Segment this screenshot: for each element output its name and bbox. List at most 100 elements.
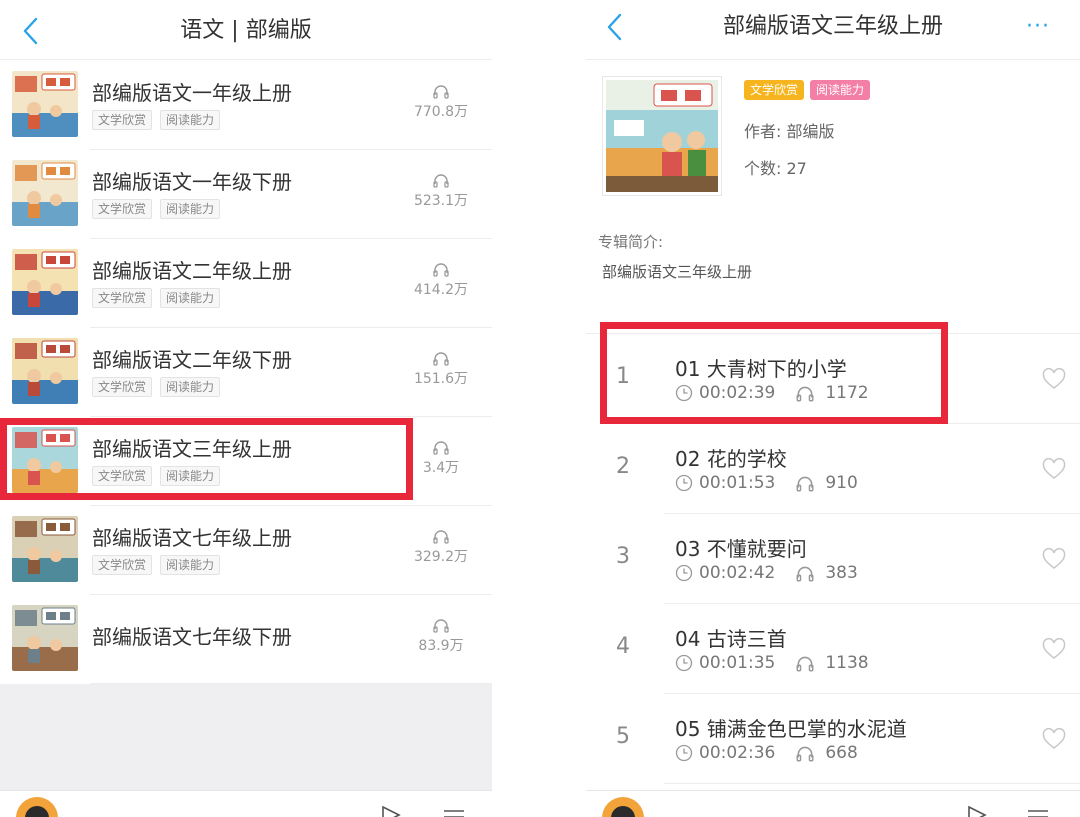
track-index: 2: [616, 454, 630, 479]
track-plays: 1172: [825, 383, 869, 403]
cover-grade1-up: [12, 71, 78, 137]
track-row[interactable]: 5 05 铺满金色巴掌的水泥道 00:02:36 668: [586, 694, 1080, 784]
heart-icon[interactable]: [1042, 368, 1066, 390]
book-tags: 文学欣赏 阅读能力: [92, 110, 221, 130]
textbook-cover-image: [12, 249, 78, 315]
album-tag: 阅读能力: [810, 80, 871, 100]
track-duration: 00:01:53: [699, 473, 776, 493]
nav-bar: 部编版语文三年级上册 ···: [586, 0, 1080, 60]
track-title: 02 花的学校: [675, 447, 787, 471]
album-cover: [602, 76, 722, 196]
track-duration: 00:02:39: [699, 383, 776, 403]
book-title: 部编版语文七年级下册: [92, 625, 292, 649]
track-index: 4: [616, 634, 630, 659]
track-plays: 668: [825, 743, 858, 763]
textbook-cover-image: [12, 338, 78, 404]
play-count-value: 414.2万: [413, 282, 469, 298]
book-row[interactable]: 部编版语文二年级下册 文学欣赏 阅读能力 151.6万: [0, 328, 492, 417]
headphones-icon: [796, 656, 814, 672]
book-tags: 文学欣赏 阅读能力: [92, 199, 221, 219]
track-index: 1: [616, 364, 630, 389]
book-tags: 文学欣赏 阅读能力: [92, 466, 221, 486]
track-meta: 00:02:39 1172: [675, 383, 869, 403]
book-tag: 文学欣赏: [92, 110, 153, 130]
cover-grade2-down: [12, 338, 78, 404]
headphones-icon: [796, 746, 814, 762]
book-tag: 阅读能力: [160, 110, 221, 130]
track-row[interactable]: 1 01 大青树下的小学 00:02:39 1172: [586, 334, 1080, 424]
book-tags: 文学欣赏 阅读能力: [92, 288, 221, 308]
textbook-cover-image: [12, 427, 78, 493]
track-title: 05 铺满金色巴掌的水泥道: [675, 717, 907, 741]
book-row[interactable]: 部编版语文七年级上册 文学欣赏 阅读能力 329.2万: [0, 506, 492, 595]
play-icon[interactable]: [966, 805, 988, 817]
headphones-icon: [796, 566, 814, 582]
book-tag: 阅读能力: [160, 288, 221, 308]
page-title: 部编版语文三年级上册: [722, 14, 943, 39]
book-tag: 阅读能力: [160, 377, 221, 397]
cover-grade3-up: [12, 427, 78, 493]
textbook-cover-image: [12, 605, 78, 671]
play-count: 414.2万: [406, 261, 476, 299]
track-row[interactable]: 4 04 古诗三首 00:01:35 1138: [586, 604, 1080, 694]
track-meta: 00:01:53 910: [675, 473, 858, 493]
book-row[interactable]: 部编版语文一年级下册 文学欣赏 阅读能力 523.1万: [0, 150, 492, 239]
book-title: 部编版语文二年级下册: [92, 348, 292, 372]
play-count-value: 151.6万: [413, 371, 469, 387]
playlist-icon[interactable]: [1026, 809, 1050, 817]
clock-icon: [675, 744, 693, 762]
play-count-value: 83.9万: [418, 638, 464, 654]
play-count: 523.1万: [406, 172, 476, 210]
book-list: 部编版语文一年级上册 文学欣赏 阅读能力 770.8万 部编版语文一年级下册 文学…: [0, 61, 492, 684]
track-index: 5: [616, 724, 630, 749]
track-row[interactable]: 2 02 花的学校 00:01:53 910: [586, 424, 1080, 514]
textbook-cover-image: [606, 80, 718, 192]
clock-icon: [675, 654, 693, 672]
player-avatar[interactable]: [16, 797, 58, 817]
book-row[interactable]: 部编版语文二年级上册 文学欣赏 阅读能力 414.2万: [0, 239, 492, 328]
mini-player: [586, 790, 1080, 817]
album-count: 个数: 27: [744, 159, 807, 178]
heart-icon[interactable]: [1042, 548, 1066, 570]
clock-icon: [675, 564, 693, 582]
more-button[interactable]: ···: [1026, 14, 1050, 39]
book-list-screen: 语文 | 部编版 部编版语文一年级上册 文学欣赏 阅读能力 770.8万 部编版…: [0, 0, 492, 817]
play-count-value: 3.4万: [422, 460, 460, 476]
cover-grade2-up: [12, 249, 78, 315]
clock-icon: [675, 384, 693, 402]
heart-icon[interactable]: [1042, 728, 1066, 750]
empty-area: [0, 684, 492, 790]
mini-player: [0, 790, 492, 817]
play-count: 329.2万: [406, 528, 476, 566]
intro-text: 部编版语文三年级上册: [602, 263, 753, 281]
play-count: 3.4万: [406, 439, 476, 477]
book-row[interactable]: 部编版语文七年级下册 83.9万: [0, 595, 492, 684]
row-divider: [664, 783, 1080, 784]
track-plays: 910: [825, 473, 858, 493]
cover-grade1-down: [12, 160, 78, 226]
textbook-cover-image: [12, 160, 78, 226]
heart-icon[interactable]: [1042, 458, 1066, 480]
track-duration: 00:02:36: [699, 743, 776, 763]
album-tags: 文学欣赏 阅读能力: [744, 80, 871, 100]
track-title: 04 古诗三首: [675, 627, 787, 651]
playlist-icon[interactable]: [442, 809, 466, 817]
play-icon[interactable]: [380, 805, 402, 817]
track-title: 01 大青树下的小学: [675, 357, 847, 381]
play-count: 83.9万: [406, 617, 476, 655]
book-title: 部编版语文七年级上册: [92, 526, 292, 550]
book-row[interactable]: 部编版语文三年级上册 文学欣赏 阅读能力 3.4万: [0, 417, 492, 506]
book-row[interactable]: 部编版语文一年级上册 文学欣赏 阅读能力 770.8万: [0, 61, 492, 150]
track-meta: 00:02:36 668: [675, 743, 858, 763]
track-list: 1 01 大青树下的小学 00:02:39 1172 2 02 花的学校 00:…: [586, 333, 1080, 784]
track-row[interactable]: 3 03 不懂就要问 00:02:42 383: [586, 514, 1080, 604]
book-tag: 文学欣赏: [92, 377, 153, 397]
player-avatar[interactable]: [602, 797, 644, 817]
track-meta: 00:01:35 1138: [675, 653, 869, 673]
play-count-value: 329.2万: [413, 549, 469, 565]
book-tag: 文学欣赏: [92, 199, 153, 219]
heart-icon[interactable]: [1042, 638, 1066, 660]
headphones-icon: [433, 352, 449, 366]
clock-icon: [675, 474, 693, 492]
headphones-icon: [796, 386, 814, 402]
